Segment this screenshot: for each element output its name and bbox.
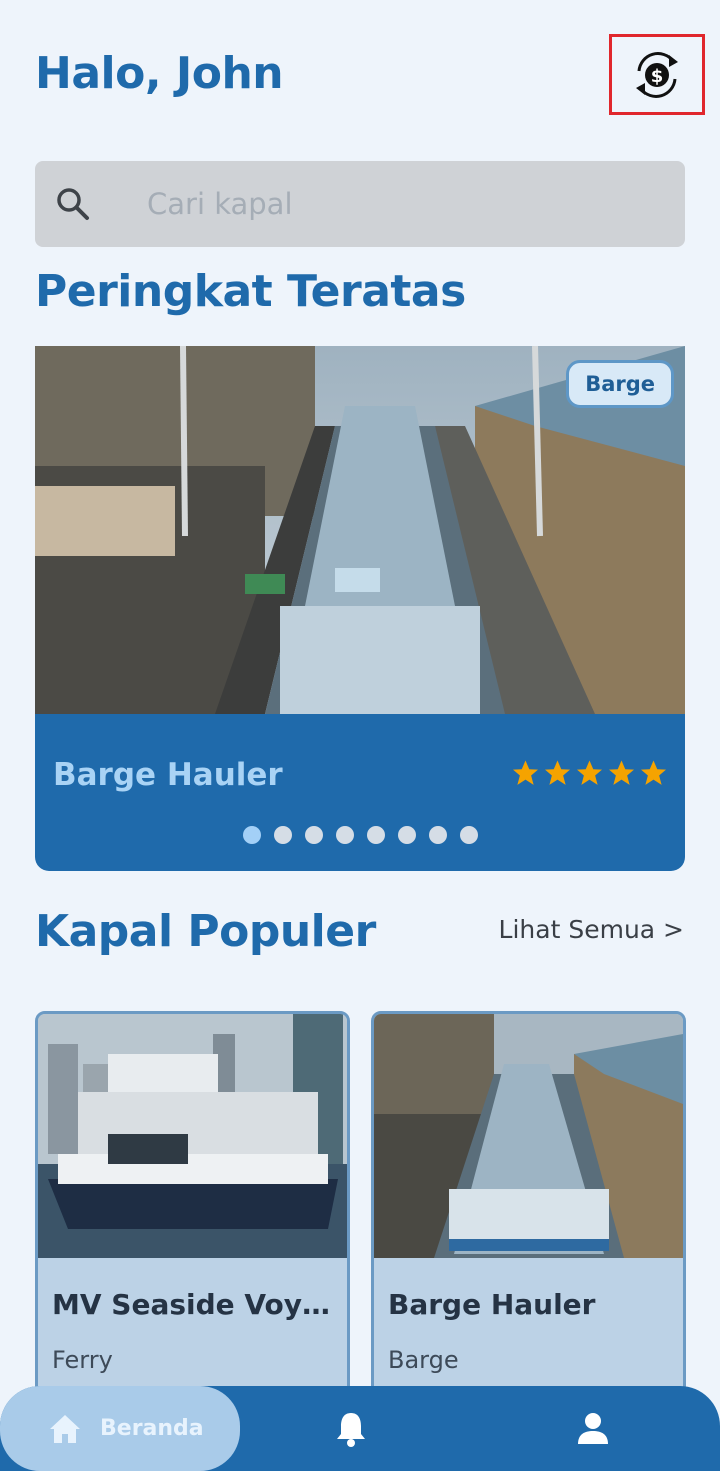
ship-type-badge: Barge (566, 360, 674, 408)
ship-card-title: Barge Hauler (388, 1288, 596, 1321)
ship-name: Barge Hauler (53, 757, 283, 793)
pagination-dot[interactable] (273, 826, 292, 844)
greeting-title: Halo, John (35, 48, 284, 99)
bell-icon (337, 1413, 365, 1447)
nav-home-label: Beranda (100, 1416, 204, 1441)
star-icon (609, 760, 634, 785)
svg-text:$: $ (651, 66, 664, 87)
top-ranked-title: Peringkat Teratas (35, 266, 466, 317)
star-icon (513, 760, 538, 785)
barge-photo (374, 1014, 683, 1258)
pagination-dot[interactable] (397, 826, 416, 844)
nav-home-button[interactable]: Beranda (0, 1386, 240, 1471)
search-icon (53, 184, 93, 224)
bottom-navigation: Beranda (0, 1386, 720, 1471)
carousel-pagination (35, 826, 685, 844)
pagination-dot[interactable] (242, 826, 261, 844)
currency-exchange-button[interactable]: $ (609, 34, 705, 115)
search-input[interactable] (147, 187, 627, 221)
ship-card-title: MV Seaside Voyager (52, 1288, 342, 1321)
ship-card-type: Barge (388, 1346, 459, 1374)
search-bar[interactable] (35, 161, 685, 247)
pagination-dot[interactable] (335, 826, 354, 844)
home-icon (50, 1414, 80, 1443)
ship-card[interactable]: MV Seaside Voyager Ferry (35, 1011, 350, 1411)
popular-title: Kapal Populer (35, 906, 376, 957)
nav-notifications-button[interactable] (334, 1410, 368, 1452)
ferry-photo (38, 1014, 347, 1258)
currency-exchange-icon: $ (636, 51, 678, 98)
pagination-dot[interactable] (366, 826, 385, 844)
nav-profile-button[interactable] (576, 1410, 610, 1450)
pagination-dot[interactable] (428, 826, 447, 844)
star-icon (641, 760, 666, 785)
pagination-dot[interactable] (459, 826, 478, 844)
ship-card-type: Ferry (52, 1346, 113, 1374)
user-icon (578, 1413, 608, 1444)
star-rating (510, 758, 669, 788)
see-all-link[interactable]: Lihat Semua > (499, 915, 684, 944)
star-icon (545, 760, 570, 785)
top-ranked-carousel[interactable]: Barge Barge Hauler (35, 346, 685, 871)
ship-card[interactable]: Barge Hauler Barge (371, 1011, 686, 1411)
star-icon (577, 760, 602, 785)
pagination-dot[interactable] (304, 826, 323, 844)
